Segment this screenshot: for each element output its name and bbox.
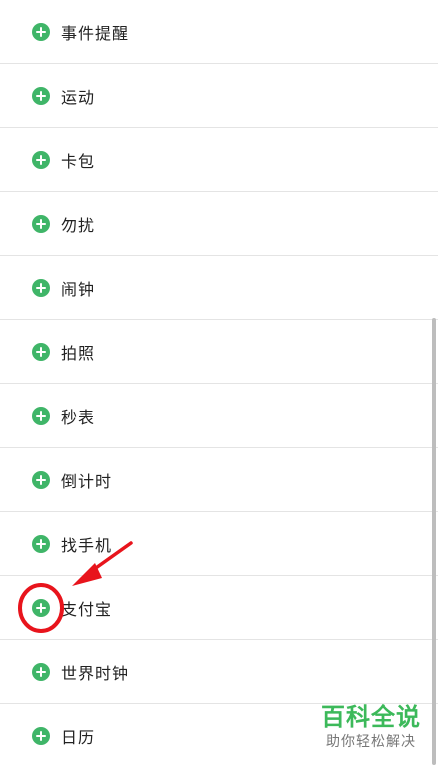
list-item-label: 事件提醒: [61, 23, 130, 43]
add-circle-icon[interactable]: [32, 342, 50, 361]
add-circle-icon[interactable]: [32, 534, 50, 553]
add-circle-icon[interactable]: [32, 278, 50, 297]
feature-list: 事件提醒 运动 卡包 勿扰 闹钟 拍照 秒表 倒计时 找手机 支付宝 世界时钟 …: [0, 0, 438, 765]
add-circle-icon[interactable]: [32, 470, 50, 489]
list-item-alipay[interactable]: 支付宝: [0, 576, 438, 640]
list-item-sport[interactable]: 运动: [0, 64, 438, 128]
add-circle-icon[interactable]: [32, 598, 50, 617]
list-item-camera[interactable]: 拍照: [0, 320, 438, 384]
list-item-world-clock[interactable]: 世界时钟: [0, 640, 438, 704]
list-item-label: 倒计时: [61, 471, 113, 491]
list-item-label: 找手机: [61, 535, 113, 555]
list-item-label: 勿扰: [61, 215, 96, 235]
list-item-label: 拍照: [61, 343, 96, 363]
list-item-countdown[interactable]: 倒计时: [0, 448, 438, 512]
list-item-card-wallet[interactable]: 卡包: [0, 128, 438, 192]
add-circle-icon[interactable]: [32, 214, 50, 233]
add-circle-icon[interactable]: [32, 662, 50, 681]
add-circle-icon[interactable]: [32, 406, 50, 425]
list-item-do-not-disturb[interactable]: 勿扰: [0, 192, 438, 256]
add-circle-icon[interactable]: [32, 150, 50, 169]
add-circle-icon[interactable]: [32, 22, 50, 41]
list-item-label: 秒表: [61, 407, 96, 427]
scrollbar[interactable]: [432, 318, 436, 765]
list-item-label: 世界时钟: [61, 663, 130, 683]
list-item-alarm[interactable]: 闹钟: [0, 256, 438, 320]
add-circle-icon[interactable]: [32, 86, 50, 105]
list-item-stopwatch[interactable]: 秒表: [0, 384, 438, 448]
add-circle-icon[interactable]: [32, 726, 50, 745]
list-item-label: 支付宝: [61, 599, 113, 619]
list-item-calendar[interactable]: 日历: [0, 704, 438, 765]
list-item-label: 卡包: [61, 151, 96, 171]
list-item-label: 闹钟: [61, 279, 96, 299]
list-item-label: 日历: [61, 727, 96, 747]
settings-page: 事件提醒 运动 卡包 勿扰 闹钟 拍照 秒表 倒计时 找手机 支付宝 世界时钟 …: [0, 0, 438, 765]
list-item-label: 运动: [61, 87, 96, 107]
list-item-event-reminder[interactable]: 事件提醒: [0, 0, 438, 64]
list-item-find-phone[interactable]: 找手机: [0, 512, 438, 576]
